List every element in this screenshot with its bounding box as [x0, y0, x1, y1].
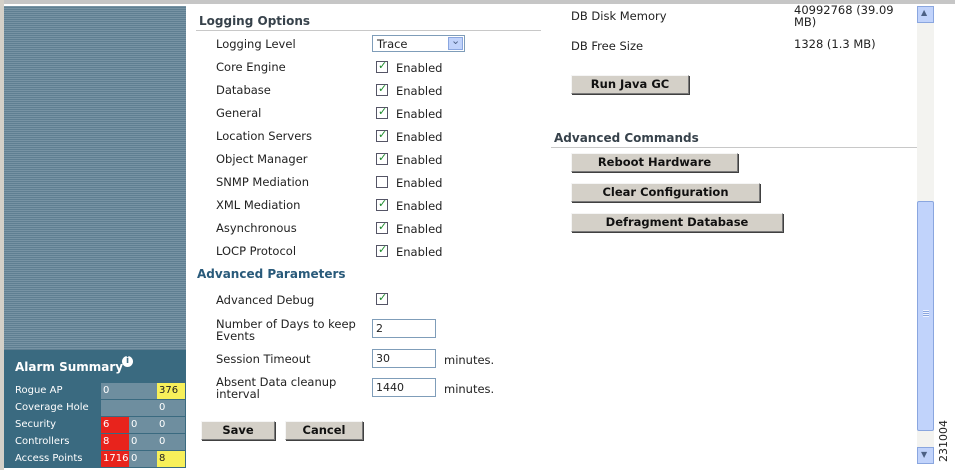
- logging-level-label: Logging Level: [216, 37, 296, 51]
- alarm-count[interactable]: 8: [101, 434, 129, 450]
- advanced-debug-checkbox[interactable]: [376, 291, 388, 305]
- alarm-row-label: Access Points: [15, 453, 83, 464]
- alarm-count[interactable]: 0: [129, 434, 157, 450]
- figure-id: 231004: [937, 420, 950, 462]
- logging-options-title: Logging Options: [199, 14, 311, 28]
- enabled-label: Enabled: [396, 245, 443, 259]
- save-button[interactable]: Save: [201, 421, 275, 440]
- chevron-down-icon[interactable]: [448, 34, 463, 50]
- section-divider: [551, 147, 917, 148]
- logging-item-checkbox[interactable]: [376, 82, 388, 96]
- reboot-hardware-button[interactable]: Reboot Hardware: [571, 153, 738, 172]
- days-to-keep-events-label: Number of Days to keep Events: [216, 317, 356, 343]
- section-divider: [196, 30, 541, 31]
- enabled-label: Enabled: [396, 153, 443, 167]
- alarm-row-label: Rogue AP: [15, 385, 63, 396]
- session-timeout-input[interactable]: 30: [372, 349, 436, 368]
- alarm-row[interactable]: Access Points 1716 0 8: [4, 451, 186, 468]
- absent-data-cleanup-input[interactable]: 1440: [372, 378, 436, 397]
- alarm-row-label: Coverage Hole: [15, 402, 89, 413]
- grip-icon: [923, 310, 929, 317]
- logging-level-value: Trace: [377, 37, 408, 51]
- absent-data-cleanup-unit: minutes.: [444, 382, 495, 396]
- enabled-label: Enabled: [396, 199, 443, 213]
- enabled-label: Enabled: [396, 107, 443, 121]
- info-icon[interactable]: i: [122, 356, 133, 367]
- alarm-count[interactable]: 0: [129, 451, 157, 467]
- session-timeout-unit: minutes.: [444, 353, 495, 367]
- logging-item-label: General: [216, 106, 262, 120]
- alarm-count[interactable]: 0: [157, 400, 185, 416]
- advanced-parameters-title: Advanced Parameters: [197, 267, 346, 281]
- enabled-label: Enabled: [396, 61, 443, 75]
- alarm-row[interactable]: Controllers 8 0 0: [4, 434, 186, 451]
- run-java-gc-button[interactable]: Run Java GC: [571, 75, 689, 94]
- logging-item-checkbox[interactable]: [376, 176, 388, 188]
- enabled-label: Enabled: [396, 176, 443, 190]
- alarm-count[interactable]: 0: [157, 434, 185, 450]
- cancel-button[interactable]: Cancel: [285, 421, 363, 440]
- alarm-row[interactable]: Rogue AP 0 376: [4, 383, 186, 400]
- logging-item-checkbox[interactable]: [376, 243, 388, 257]
- db-disk-memory-value: 40992768 (39.09 MB): [794, 3, 894, 29]
- alarm-count[interactable]: 0: [129, 417, 157, 433]
- logging-item-label: XML Mediation: [216, 198, 301, 212]
- advanced-commands-title: Advanced Commands: [554, 131, 699, 145]
- logging-level-select[interactable]: Trace: [372, 34, 465, 52]
- logging-item-label: Database: [216, 83, 271, 97]
- logging-item-checkbox[interactable]: [376, 151, 388, 165]
- enabled-label: Enabled: [396, 84, 443, 98]
- logging-item-checkbox[interactable]: [376, 220, 388, 234]
- alarm-row-label: Security: [15, 419, 57, 430]
- alarm-count[interactable]: 1716: [101, 451, 129, 467]
- scrollbar-thumb[interactable]: [917, 201, 934, 431]
- days-to-keep-events-input[interactable]: 2: [372, 319, 436, 338]
- scroll-up-icon[interactable]: [917, 6, 934, 23]
- logging-item-label: Object Manager: [216, 152, 308, 166]
- alarm-row[interactable]: Security 6 0 0: [4, 417, 186, 434]
- logging-item-label: Location Servers: [216, 129, 312, 143]
- logging-item-checkbox[interactable]: [376, 105, 388, 119]
- db-disk-memory-label: DB Disk Memory: [571, 9, 667, 23]
- alarm-count[interactable]: 0: [101, 383, 129, 399]
- logging-item-label: Core Engine: [216, 60, 286, 74]
- alarm-row[interactable]: Coverage Hole 0: [4, 400, 186, 417]
- enabled-label: Enabled: [396, 222, 443, 236]
- logging-item-checkbox[interactable]: [376, 197, 388, 211]
- alarm-summary-title: Alarm Summary: [15, 360, 124, 374]
- logging-item-checkbox[interactable]: [376, 128, 388, 142]
- alarm-count[interactable]: [129, 400, 157, 416]
- absent-data-cleanup-label: Absent Data cleanup interval: [216, 375, 337, 401]
- alarm-count[interactable]: 6: [101, 417, 129, 433]
- enabled-label: Enabled: [396, 130, 443, 144]
- alarm-summary-panel: Alarm Summary i Rogue AP 0 376 Coverage Hol…: [4, 350, 186, 468]
- vertical-scrollbar[interactable]: [917, 6, 934, 464]
- alarm-count[interactable]: 376: [157, 383, 185, 399]
- alarm-count[interactable]: [101, 400, 129, 416]
- alarm-count[interactable]: [129, 383, 157, 399]
- session-timeout-label: Session Timeout: [216, 352, 311, 366]
- db-free-size-label: DB Free Size: [571, 39, 644, 53]
- alarm-count[interactable]: 8: [157, 451, 185, 467]
- logging-item-label: LOCP Protocol: [216, 244, 297, 258]
- logging-item-checkbox[interactable]: [376, 59, 388, 73]
- scroll-down-icon[interactable]: [917, 447, 934, 464]
- alarm-count[interactable]: 0: [157, 417, 185, 433]
- defragment-database-button[interactable]: Defragment Database: [571, 213, 783, 232]
- logging-item-label: Asynchronous: [216, 221, 297, 235]
- alarm-row-label: Controllers: [15, 436, 70, 447]
- advanced-debug-label: Advanced Debug: [216, 293, 315, 307]
- clear-configuration-button[interactable]: Clear Configuration: [571, 183, 760, 202]
- db-free-size-value: 1328 (1.3 MB): [794, 37, 876, 51]
- logging-item-label: SNMP Mediation: [216, 175, 309, 189]
